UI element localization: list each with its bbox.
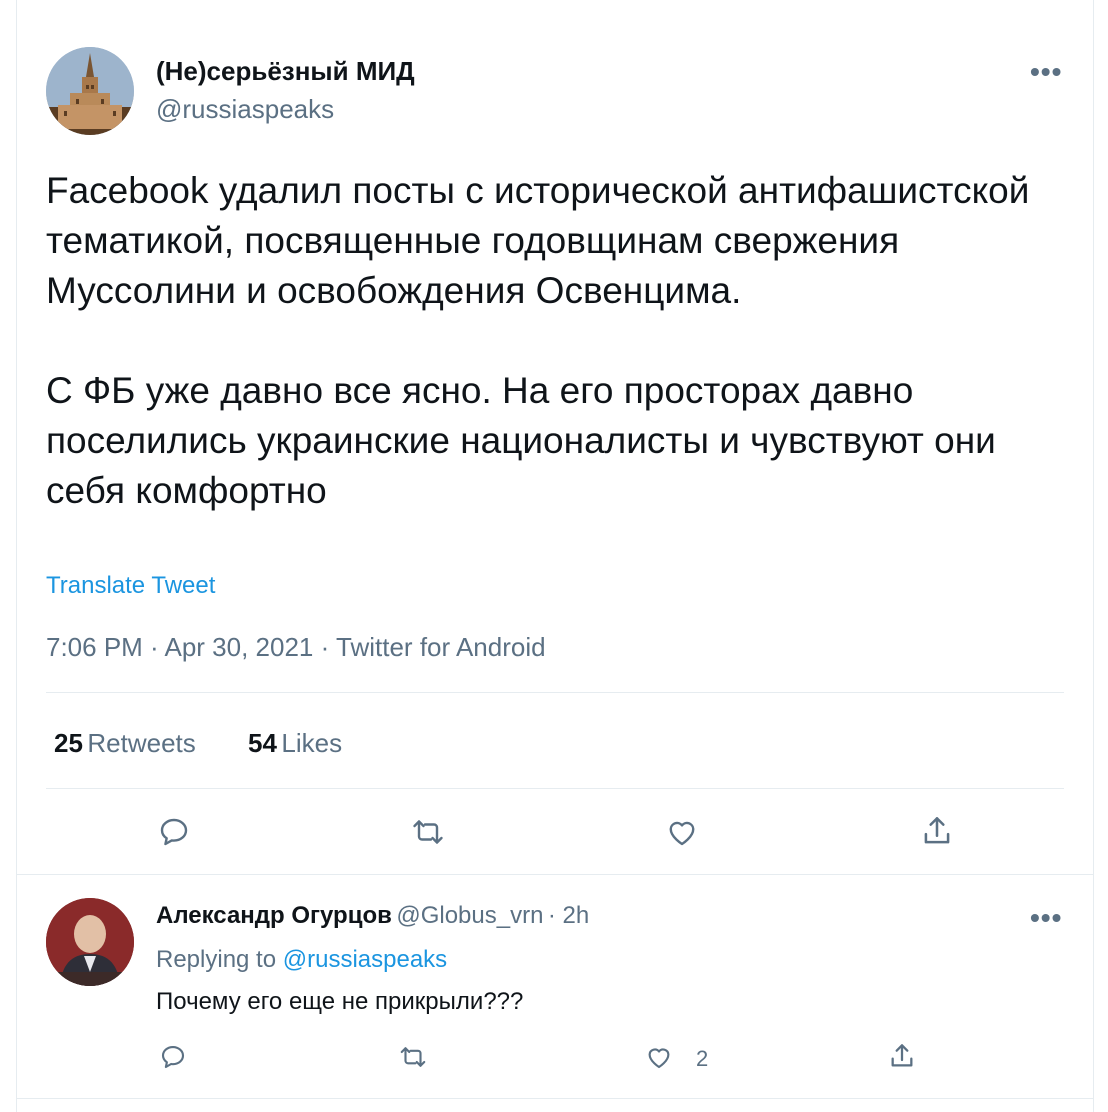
divider <box>46 692 1064 693</box>
likes-stat[interactable]: 54 Likes <box>248 728 342 759</box>
reply-header: Александр Огурцов @Globus_vrn · 2h <box>156 902 589 930</box>
replying-to-handle[interactable]: @russiaspeaks <box>283 946 447 973</box>
reply-time[interactable]: · 2h <box>548 902 589 929</box>
reply-text: Почему его еще не прикрыли??? <box>156 988 524 1015</box>
person-photo <box>46 898 134 986</box>
retweets-stat[interactable]: 25 Retweets <box>54 728 196 759</box>
reply-reply-icon[interactable] <box>158 1042 188 1072</box>
retweet-icon[interactable] <box>410 814 446 850</box>
translate-tweet-link[interactable]: Translate Tweet <box>46 572 215 600</box>
reply-like-count: 2 <box>696 1046 709 1071</box>
more-options-icon[interactable]: ••• <box>1030 56 1062 88</box>
reply-author-handle[interactable]: @Globus_vrn <box>396 902 543 929</box>
likes-count: 54 <box>248 728 277 758</box>
replying-to-line: Replying to @russiaspeaks <box>156 946 447 974</box>
author-avatar[interactable] <box>46 47 134 135</box>
building-illustration <box>46 47 134 135</box>
author-name[interactable]: (Не)серьёзный МИД <box>156 56 415 87</box>
reply-retweet-icon[interactable] <box>398 1042 428 1072</box>
heart-icon[interactable] <box>664 814 700 850</box>
divider <box>17 874 1093 875</box>
author-handle[interactable]: @russiaspeaks <box>156 94 334 125</box>
reply-share-icon[interactable] <box>886 1040 918 1072</box>
reply-author-name[interactable]: Александр Огурцов <box>156 902 392 929</box>
reply-icon[interactable] <box>156 814 192 850</box>
retweets-count: 25 <box>54 728 83 758</box>
divider <box>46 788 1064 789</box>
reply-heart-icon[interactable] <box>644 1042 674 1072</box>
retweets-label: Retweets <box>87 728 196 758</box>
tweet-text: Facebook удалил посты с исторической ант… <box>46 170 1030 511</box>
tweet-metadata[interactable]: 7:06 PM · Apr 30, 2021 · Twitter for And… <box>46 632 546 663</box>
share-icon[interactable] <box>918 812 956 850</box>
reply-more-options-icon[interactable]: ••• <box>1030 902 1062 934</box>
reply-author-avatar[interactable] <box>46 898 134 986</box>
replying-to-prefix: Replying to <box>156 946 277 973</box>
divider <box>17 1098 1093 1099</box>
likes-label: Likes <box>281 728 343 758</box>
